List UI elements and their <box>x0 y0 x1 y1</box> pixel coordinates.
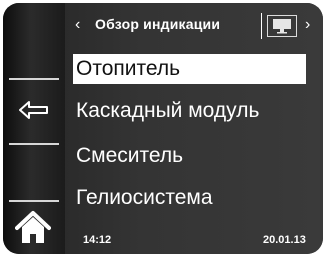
sidebar-divider <box>9 200 59 202</box>
screen: ‹ Обзор индикации › Отопитель Каскадный … <box>0 0 328 258</box>
menu-item-boiler[interactable]: Отопитель <box>73 54 306 84</box>
monitor-icon <box>273 19 291 34</box>
sidebar-divider <box>9 143 59 145</box>
back-arrow-icon[interactable] <box>17 97 51 123</box>
menu-item-mixer[interactable]: Смеситель <box>73 141 306 171</box>
menu-item-solar-system[interactable]: Гелиосистема <box>73 183 306 213</box>
status-date: 20.01.13 <box>263 234 306 246</box>
sidebar <box>3 3 65 254</box>
sidebar-divider <box>9 78 59 80</box>
display-view-button[interactable] <box>267 15 297 37</box>
header: ‹ Обзор индикации › <box>65 3 323 43</box>
home-icon[interactable] <box>15 210 51 246</box>
menu-item-cascade-module[interactable]: Каскадный модуль <box>73 96 306 126</box>
main-area: ‹ Обзор индикации › Отопитель Каскадный … <box>65 3 323 254</box>
status-time: 14:12 <box>83 234 112 246</box>
display-panel: ‹ Обзор индикации › Отопитель Каскадный … <box>3 3 323 254</box>
header-divider <box>261 13 262 39</box>
forward-nav-arrow[interactable]: › <box>305 17 310 33</box>
page-title: Обзор индикации <box>95 16 221 32</box>
back-nav-arrow[interactable]: ‹ <box>75 17 80 33</box>
